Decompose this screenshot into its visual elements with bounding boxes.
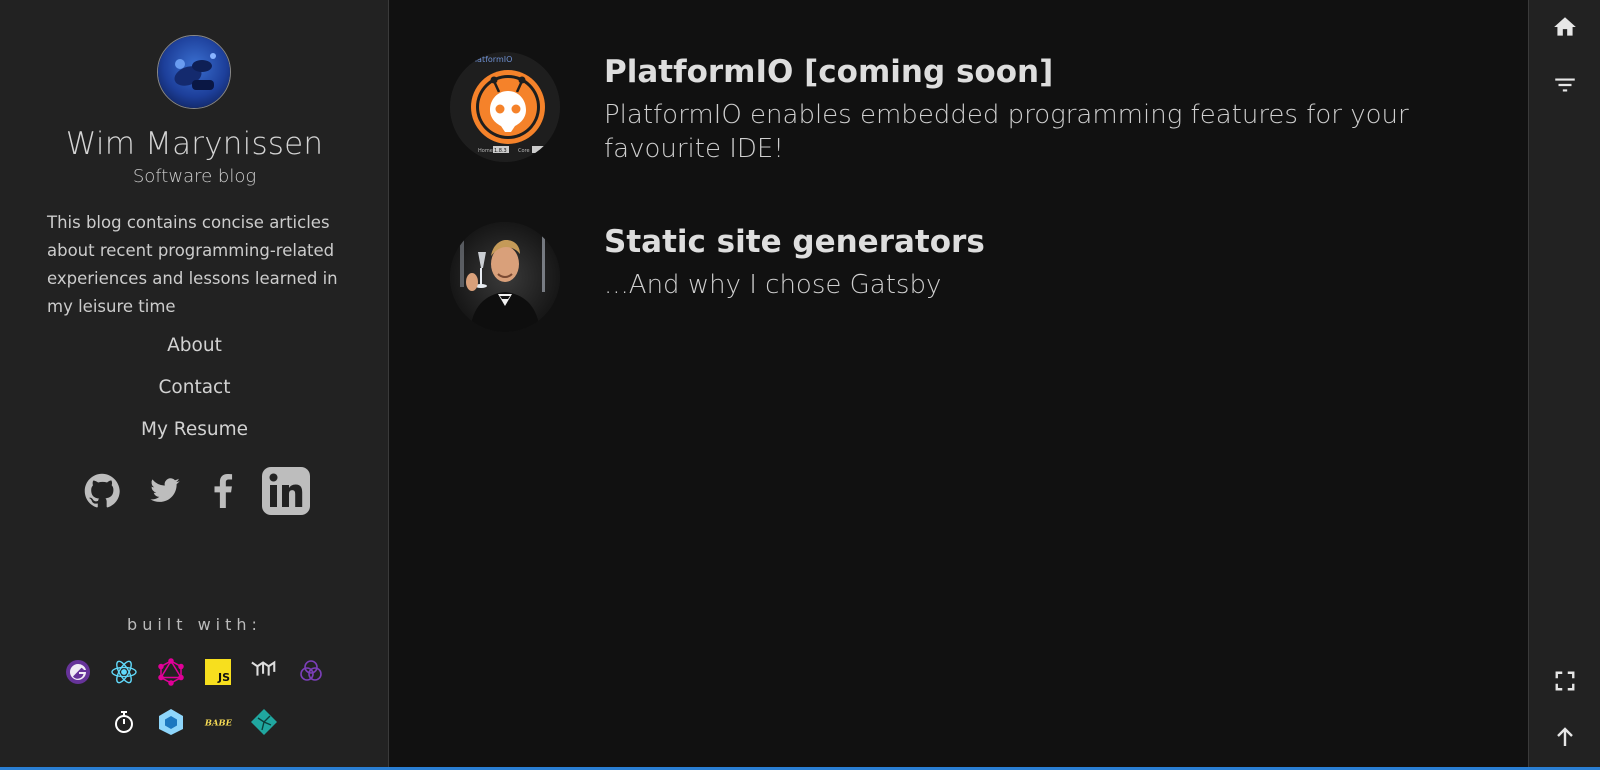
action-rail [1528, 0, 1600, 768]
post-title[interactable]: PlatformIO [coming soon] [604, 54, 1053, 90]
material-ui-icon[interactable] [250, 656, 278, 684]
post-title[interactable]: Static site generators [604, 224, 985, 260]
post-description: ...And why I chose Gatsby [604, 270, 942, 300]
author-name: Wim Marynissen [65, 126, 324, 162]
facebook-icon[interactable] [206, 466, 240, 516]
author-avatar[interactable] [157, 35, 231, 109]
filter-icon[interactable] [1550, 70, 1580, 100]
styled-icon[interactable] [297, 658, 325, 686]
svg-text:JS: JS [217, 671, 230, 684]
javascript-icon[interactable]: JS [204, 658, 232, 686]
fullscreen-icon[interactable] [1550, 666, 1580, 696]
gatsby-icon[interactable] [64, 658, 92, 686]
react-icon[interactable] [110, 658, 138, 686]
github-icon[interactable] [82, 466, 122, 516]
platformio-thumbnail[interactable]: PlatformIO Home 1.8.3 Core [450, 52, 560, 162]
blog-subtitle: Software blog [132, 166, 257, 187]
built-with-label: built with: [127, 615, 262, 634]
platformio-thumb-home: Home [478, 148, 493, 154]
netlify-icon[interactable] [250, 708, 278, 736]
post-description: PlatformIO enables embedded programming … [604, 100, 1409, 164]
svg-text:BABEL: BABEL [204, 718, 232, 728]
blog-bio: This blog contains concise articles abou… [47, 213, 338, 316]
gatsby-toast-thumbnail[interactable] [450, 222, 560, 332]
nav-contact-link[interactable]: Contact [0, 377, 389, 398]
linkedin-icon[interactable] [260, 466, 312, 516]
graphql-icon[interactable] [157, 658, 185, 686]
platformio-thumb-text: PlatformIO [470, 55, 512, 64]
platformio-thumb-core: Core [518, 148, 530, 154]
jest-icon[interactable] [110, 708, 138, 736]
nav-about-link[interactable]: About [0, 335, 389, 356]
babel-icon[interactable]: BABEL [204, 708, 232, 736]
webpack-icon[interactable] [157, 708, 185, 736]
twitter-icon[interactable] [145, 466, 185, 516]
platformio-thumb-version: 1.8.3 [494, 148, 507, 154]
post-card-static-site-generators[interactable]: Static site generators ...And why I chos… [450, 222, 1450, 334]
post-list: PlatformIO Home 1.8.3 Core PlatformIO [c… [390, 0, 1528, 768]
post-card-platformio[interactable]: PlatformIO Home 1.8.3 Core PlatformIO [c… [450, 52, 1450, 164]
home-icon[interactable] [1550, 12, 1580, 42]
arrow-up-icon[interactable] [1550, 722, 1580, 752]
nav-resume-link[interactable]: My Resume [0, 419, 389, 440]
sidebar: Wim Marynissen Software blog This blog c… [0, 0, 389, 768]
